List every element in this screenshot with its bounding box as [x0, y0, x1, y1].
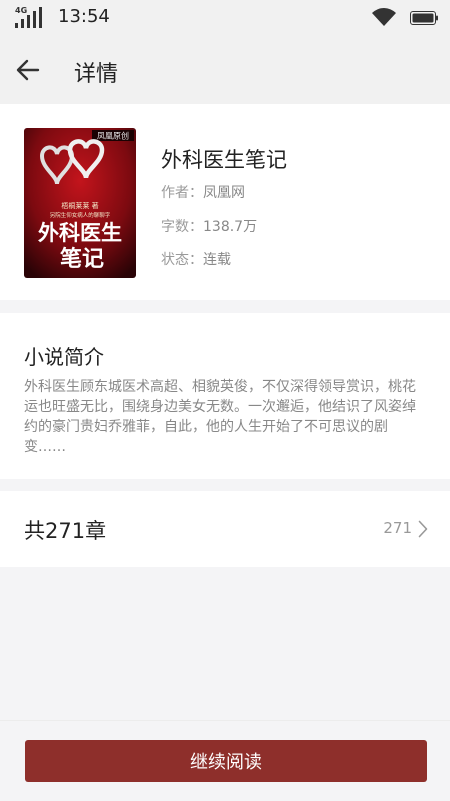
chevron-right-icon — [418, 520, 428, 538]
book-word-count: 字数：138.7万 — [161, 216, 257, 236]
wifi-icon — [372, 8, 396, 26]
cover-byline: 梧桐莱莱 著 — [61, 201, 98, 210]
continue-reading-button[interactable]: 继续阅读 — [25, 740, 427, 782]
battery-icon — [410, 11, 438, 25]
chapter-count-label: 共271章 — [24, 519, 107, 543]
synopsis-text: 外科医生顾东城医术高超、相貌英俊，不仅深得领导赏识，桃花运也旺盛无比，围绕身边美… — [24, 379, 416, 455]
bottom-action-bar: 继续阅读 — [0, 720, 450, 801]
status-label: 状态： — [161, 252, 203, 268]
synopsis-card: 小说简介 外科医生顾东城医术高超、相貌英俊，不仅深得领导赏识，桃花运也旺盛无比，… — [0, 313, 450, 479]
cover-tagline: 另院生仰女病人的聊聊字 — [50, 211, 111, 219]
status-value: 连载 — [203, 252, 231, 268]
book-author: 作者：凤凰网 — [161, 182, 245, 202]
author-label: 作者： — [161, 185, 203, 201]
book-title: 外科医生笔记 — [161, 148, 287, 172]
cover-title-line2: 笔记 — [60, 246, 104, 272]
book-info-card: 凤凰原创 梧桐莱莱 著 另院生仰女病人的聊聊字 外科医生 笔记 外科医生笔记 作… — [0, 104, 450, 300]
status-bar: 4G 13:54 — [0, 0, 450, 36]
chapter-list-row[interactable]: 共271章 271 — [0, 491, 450, 567]
synopsis-heading: 小说简介 — [24, 345, 104, 369]
book-status: 状态：连载 — [161, 249, 231, 269]
author-value: 凤凰网 — [203, 185, 245, 201]
app-bar: 详情 — [0, 36, 450, 105]
svg-text:4G: 4G — [15, 6, 27, 15]
cover-title-line1: 外科医生 — [38, 220, 122, 245]
words-label: 字数： — [161, 219, 203, 235]
cover-publisher: 凤凰原创 — [97, 131, 129, 141]
words-value: 138.7万 — [203, 219, 258, 235]
book-cover: 凤凰原创 梧桐莱莱 著 另院生仰女病人的聊聊字 外科医生 笔记 — [24, 128, 136, 278]
chapter-count-number: 271 — [383, 519, 412, 537]
signal-icon: 4G — [15, 6, 42, 28]
page-title: 详情 — [74, 62, 119, 87]
arrow-left-icon[interactable] — [14, 56, 42, 84]
status-time: 13:54 — [58, 6, 110, 27]
